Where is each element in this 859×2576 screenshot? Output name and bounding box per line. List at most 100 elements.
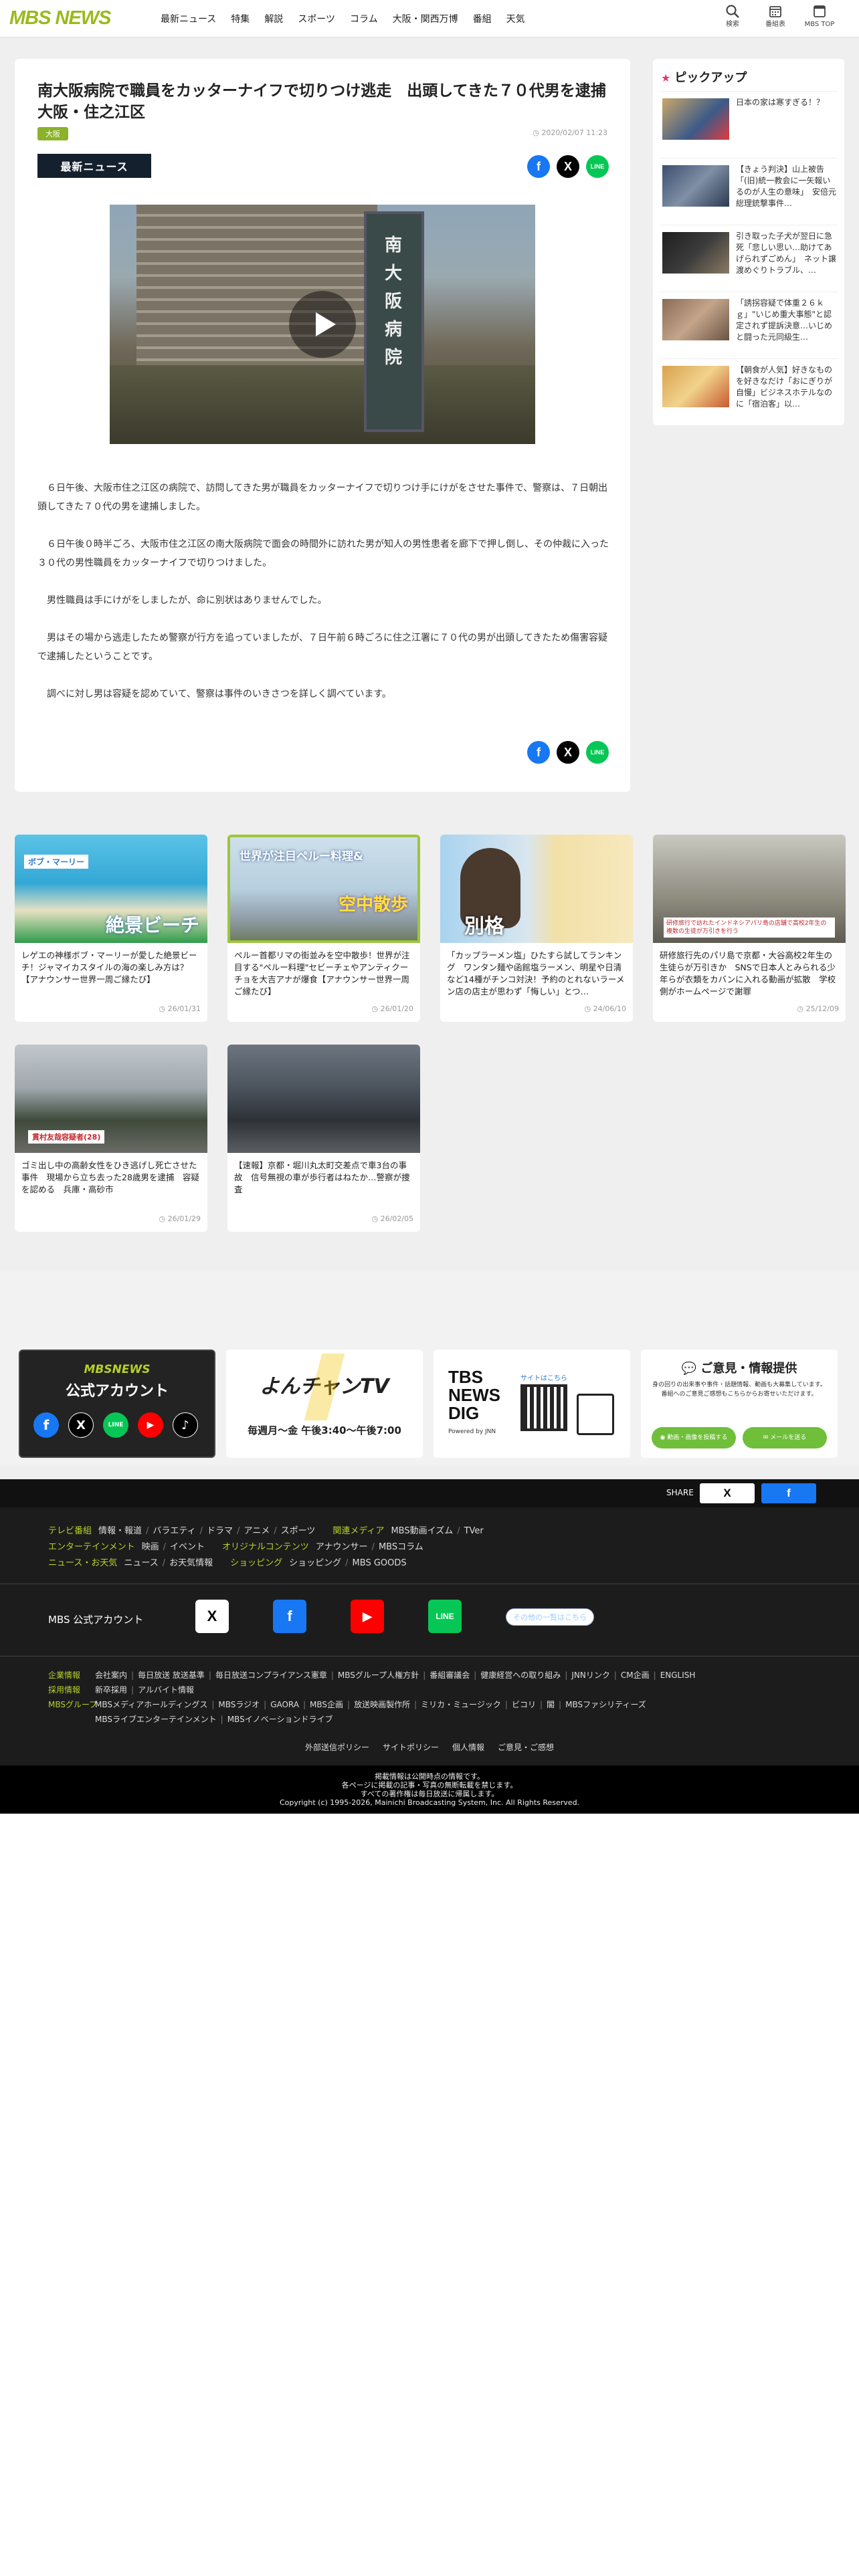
nav-item-analysis[interactable]: 解説 — [264, 12, 283, 25]
footer-link[interactable]: 情報・報道 — [98, 1526, 142, 1536]
news-card[interactable]: 【速報】京都・堀川丸太町交差点で車3台の事故 信号無視の車が歩行者はねたか…警察… — [227, 1045, 420, 1232]
footer-link[interactable]: MBSファシリティーズ — [565, 1700, 646, 1709]
pickup-item[interactable]: 日本の家は寒すぎる！？ — [660, 91, 838, 154]
news-card[interactable]: 研修旅行で訪れたインドネシアパリ島の店舗で高校2年生の複数の生徒が万引きを行う … — [653, 835, 846, 1022]
site-logo[interactable]: MBS NEWS — [9, 9, 111, 28]
copyright-line: 各ページに掲載の記事・写真の無断転載を禁じます。 — [341, 1781, 518, 1790]
facebook-icon[interactable]: f — [273, 1600, 306, 1633]
tiktok-icon[interactable]: ♪ — [173, 1412, 198, 1438]
footer-link[interactable]: JNNリンク — [571, 1671, 610, 1680]
footer-link[interactable]: ショッピング — [289, 1558, 341, 1568]
pickup-item[interactable]: 【朝食が人気】好きなものを好きなだけ「おにぎりが自慢」ビジネスホテルなのに「宿泊… — [660, 358, 838, 421]
line-share-button-bottom[interactable]: LINE — [586, 741, 609, 764]
line-share-button[interactable]: LINE — [586, 155, 609, 178]
line-icon[interactable]: LINE — [103, 1412, 128, 1438]
nav-item-expo[interactable]: 大阪・関西万博 — [393, 12, 458, 25]
x-share-button[interactable]: X — [557, 155, 579, 178]
line-icon: LINE — [590, 163, 605, 170]
sns-more-link[interactable]: その他の一覧はこちら — [506, 1608, 594, 1626]
footer-link[interactable]: アナウンサー — [316, 1542, 368, 1552]
nav-item-sports[interactable]: スポーツ — [298, 12, 335, 25]
pickup-item[interactable]: 引き取った子犬が翌日に急死「悲しい思い…助けてあげられずごめん」 ネット譲渡めぐ… — [660, 225, 838, 288]
tv-schedule-button[interactable]: 番組表 — [759, 4, 792, 29]
x-icon[interactable]: X — [195, 1600, 229, 1633]
facebook-share-button-footer[interactable]: f — [761, 1483, 816, 1503]
footer-separator: / — [237, 1526, 240, 1536]
nav-item-programs[interactable]: 番組 — [473, 12, 492, 25]
camera-icon: ◉ — [660, 1434, 668, 1441]
footer-link[interactable]: 映画 — [142, 1542, 159, 1552]
footer-link[interactable]: 閣 — [547, 1700, 555, 1709]
video-player[interactable]: 南大阪病院 — [110, 205, 535, 444]
news-card[interactable]: 貫村友哉容疑者(28) ゴミ出し中の高齢女性をひき逃げし死亡させた事件 現場から… — [15, 1045, 207, 1232]
opinion-banner[interactable]: 💬 ご意見・情報提供 身の回りの出来事や事件・話題情報、動画も大募集しています。… — [641, 1350, 838, 1458]
youtube-icon[interactable]: ▶ — [351, 1600, 384, 1633]
post-media-button[interactable]: ◉ 動画・画像を投稿する — [652, 1427, 736, 1448]
footer-link[interactable]: ドラマ — [207, 1526, 233, 1536]
search-label: 検索 — [726, 21, 739, 28]
footer-link[interactable]: MBS企画 — [310, 1700, 343, 1709]
facebook-icon[interactable]: f — [33, 1412, 59, 1438]
footer-link[interactable]: 毎日放送 放送基準 — [138, 1671, 205, 1680]
youtube-icon[interactable]: ▶ — [138, 1412, 163, 1438]
x-icon[interactable]: X — [68, 1412, 94, 1438]
footer-link[interactable]: 健康経営への取り組み — [480, 1671, 561, 1680]
facebook-share-button[interactable]: f — [527, 155, 550, 178]
nav-item-latest[interactable]: 最新ニュース — [161, 12, 216, 25]
pickup-item[interactable]: 【きょう判決】山上被告「(旧)統一教会に一矢報いるのが人生の意味」 安倍元総理銃… — [660, 158, 838, 221]
footer-link[interactable]: MBSコラム — [379, 1542, 423, 1552]
news-card-title: 【速報】京都・堀川丸太町交差点で車3台の事故 信号無視の車が歩行者はねたか…警察… — [234, 1160, 410, 1194]
area-badge[interactable]: 大阪 — [37, 127, 68, 140]
footer-link[interactable]: ビコリ — [512, 1700, 536, 1709]
footer-link[interactable]: バラエティ — [153, 1526, 195, 1536]
footer-link[interactable]: ENGLISH — [660, 1671, 696, 1680]
footer-policy-link[interactable]: 個人情報 — [452, 1743, 484, 1752]
news-card-thumbnail: ボブ・マーリー 絶景ビーチ — [15, 835, 207, 943]
yonchan-tv-banner[interactable]: よんチャンTV 毎週月～金 午後3:40～午後7:00 — [226, 1350, 423, 1458]
official-account-banner[interactable]: MBSNEWS 公式アカウント f X LINE ▶ ♪ — [19, 1350, 215, 1458]
footer-link[interactable]: 放送映画製作所 — [354, 1700, 410, 1709]
footer-link[interactable]: MBSグループ人権方針 — [338, 1671, 419, 1680]
nav-item-column[interactable]: コラム — [350, 12, 378, 25]
footer-policy-link[interactable]: ご意見・ご感想 — [498, 1743, 554, 1752]
footer-link[interactable]: 番組審議会 — [430, 1671, 470, 1680]
footer-link[interactable]: MBSライブエンターテインメント — [95, 1715, 217, 1724]
line-icon[interactable]: LINE — [428, 1600, 462, 1633]
footer-link[interactable]: MBSイノベーションドライブ — [227, 1715, 333, 1724]
footer-link[interactable]: GAORA — [270, 1700, 299, 1709]
footer-link[interactable]: MBSラジオ — [218, 1700, 260, 1709]
nav-item-weather[interactable]: 天気 — [506, 12, 525, 25]
footer-link[interactable]: 新卒採用 — [95, 1685, 127, 1695]
mbs-top-button[interactable]: MBS TOP — [803, 4, 836, 29]
news-card[interactable]: 別格 「カップラーメン塩」ひたすら試してランキング ワンタン麺や函館塩ラーメン、… — [440, 835, 633, 1022]
send-mail-button[interactable]: ✉ メールを送る — [743, 1427, 827, 1448]
pickup-item[interactable]: 「誘拐容疑で体重２６ｋｇ」"いじめ重大事態"と認定されず提訴決意…いじめと闘った… — [660, 292, 838, 354]
footer-link[interactable]: 毎日放送コンプライアンス憲章 — [215, 1671, 327, 1680]
tbs-news-dig-banner[interactable]: TBS NEWS DIG Powered by JNN サイトはこちら — [434, 1350, 630, 1458]
search-button[interactable]: 検索 — [716, 4, 749, 29]
footer-policy-link[interactable]: 外部送信ポリシー — [305, 1743, 369, 1752]
x-share-button-bottom[interactable]: X — [557, 741, 579, 764]
latest-news-label[interactable]: 最新ニュース — [37, 154, 151, 178]
x-share-button-footer[interactable]: X — [700, 1483, 755, 1503]
footer-link[interactable]: TVer — [464, 1526, 484, 1536]
footer-link[interactable]: スポーツ — [281, 1526, 316, 1536]
news-card[interactable]: ボブ・マーリー 絶景ビーチ レゲエの神様ボブ・マーリーが愛した絶景ビーチ！ジャマ… — [15, 835, 207, 1022]
footer-link[interactable]: ミリカ・ミュージック — [421, 1700, 501, 1709]
nav-item-features[interactable]: 特集 — [231, 12, 250, 25]
footer-link[interactable]: アニメ — [244, 1526, 270, 1536]
footer-link[interactable]: イベント — [170, 1542, 205, 1552]
footer-policy-link[interactable]: サイトポリシー — [383, 1743, 439, 1752]
footer-link[interactable]: MBSメディアホールディングス — [95, 1700, 207, 1709]
footer-category-label: エンターテインメント — [48, 1542, 135, 1552]
footer-link[interactable]: 会社案内 — [95, 1671, 127, 1680]
footer-link[interactable]: MBS動画イズム — [391, 1526, 453, 1536]
footer-link[interactable]: アルバイト情報 — [138, 1685, 194, 1695]
footer-link[interactable]: ニュース — [124, 1558, 158, 1568]
facebook-share-button-bottom[interactable]: f — [527, 741, 550, 764]
footer-link[interactable]: CM企画 — [621, 1671, 650, 1680]
footer-link[interactable]: MBS GOODS — [353, 1558, 407, 1568]
news-card[interactable]: 世界が注目ペルー料理& 空中散歩 ペルー首都リマの街並みを空中散歩！世界が注目す… — [227, 835, 420, 1022]
play-icon[interactable] — [289, 291, 356, 358]
footer-link[interactable]: お天気情報 — [169, 1558, 213, 1568]
